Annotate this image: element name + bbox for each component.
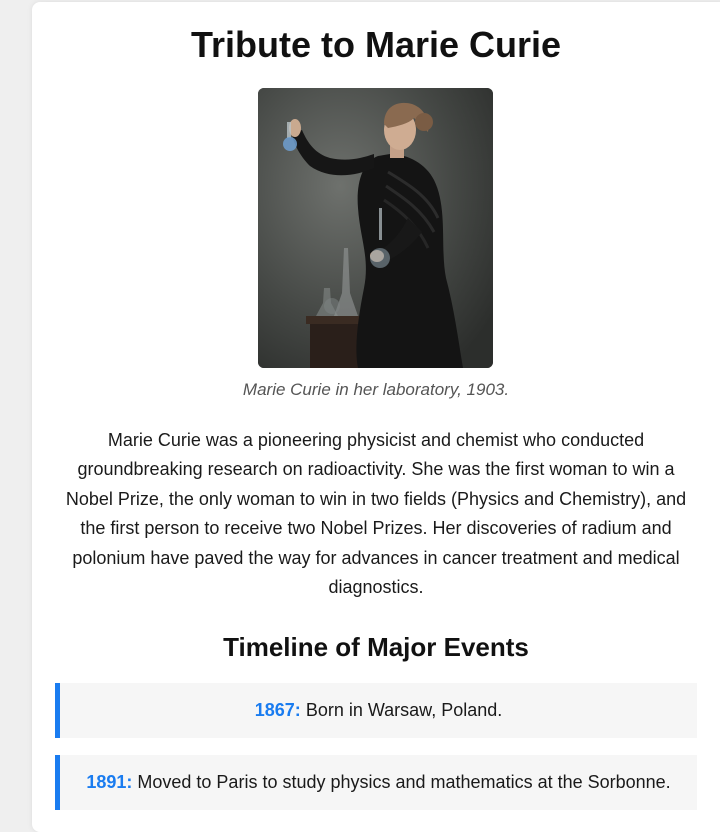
page-title: Tribute to Marie Curie — [190, 24, 562, 65]
event-description: Born in Warsaw, Poland. — [305, 700, 503, 720]
event-year: 1867: — [254, 700, 301, 720]
event-year: 1891: — [86, 772, 133, 792]
marie-curie-portrait — [258, 88, 493, 368]
timeline-heading: Timeline of Major Events — [223, 632, 529, 662]
portrait-caption: Marie Curie in her laboratory, 1903. — [242, 380, 510, 399]
timeline-event: 1867: Born in Warsaw, Poland. — [55, 683, 697, 738]
biography-text: Marie Curie was a pioneering physicist a… — [65, 430, 687, 598]
timeline-event: 1891: Moved to Paris to study physics an… — [55, 755, 697, 810]
event-description: Moved to Paris to study physics and math… — [137, 772, 671, 792]
tribute-card: Tribute to Marie Curie Marie Curie in he… — [32, 2, 720, 832]
